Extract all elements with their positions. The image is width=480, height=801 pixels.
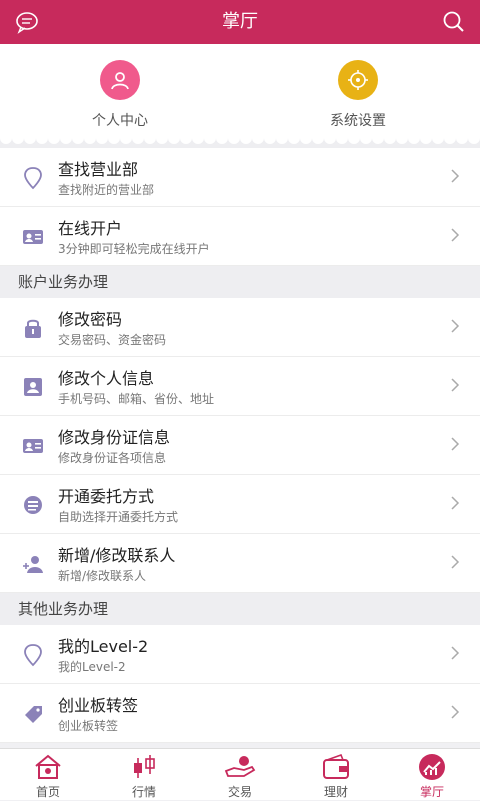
top-list: 查找营业部 查找附近的营业部 在线开户 3分钟即可轻松完成在线开户 账户业务办理… — [0, 148, 480, 743]
shortcut-personal-center[interactable]: 个人中心 — [40, 60, 200, 130]
tab-label: 交易 — [192, 783, 288, 800]
list-item-add-contact[interactable]: 新增/修改联系人 新增/修改联系人 — [0, 534, 480, 593]
scallop-divider — [0, 138, 480, 148]
add-user-icon — [21, 552, 45, 576]
tab-label: 行情 — [96, 783, 192, 800]
tab-label: 掌厅 — [384, 783, 480, 800]
coin-stack-icon — [21, 493, 45, 517]
list-item-change-personal-info[interactable]: 修改个人信息 手机号码、邮箱、省份、地址 — [0, 357, 480, 416]
settings-icon — [338, 60, 378, 100]
item-subtitle: 交易密码、资金密码 — [58, 331, 166, 348]
item-subtitle: 新增/修改联系人 — [58, 567, 146, 584]
chevron-right-icon — [450, 436, 460, 452]
item-subtitle: 查找附近的营业部 — [58, 181, 154, 198]
item-subtitle: 自助选择开通委托方式 — [58, 508, 178, 525]
chevron-right-icon — [450, 377, 460, 393]
tab-market[interactable]: 行情 — [96, 749, 192, 801]
home-icon — [31, 753, 65, 781]
chart-circle-icon — [415, 753, 449, 781]
candlestick-icon — [127, 753, 161, 781]
shortcut-label: 个人中心 — [40, 110, 200, 130]
item-subtitle: 3分钟即可轻松完成在线开户 — [58, 240, 210, 257]
id-card-icon — [21, 225, 45, 249]
item-subtitle: 修改身份证各项信息 — [58, 449, 166, 466]
user-icon — [100, 60, 140, 100]
hand-coin-icon — [223, 753, 257, 781]
shortcut-panel: 个人中心 系统设置 — [0, 44, 480, 146]
chevron-right-icon — [450, 554, 460, 570]
section-header-other: 其他业务办理 — [0, 593, 480, 625]
tab-label: 理财 — [288, 783, 384, 800]
list-item-gem-transfer[interactable]: 创业板转签 创业板转签 — [0, 684, 480, 743]
tab-hall[interactable]: 掌厅 — [384, 749, 480, 801]
item-subtitle: 我的Level-2 — [58, 658, 126, 675]
item-title: 我的Level-2 — [58, 633, 148, 657]
item-title: 修改密码 — [58, 306, 122, 330]
item-title: 修改身份证信息 — [58, 424, 170, 448]
item-subtitle: 手机号码、邮箱、省份、地址 — [58, 390, 214, 407]
list-item-open-entrust[interactable]: 开通委托方式 自助选择开通委托方式 — [0, 475, 480, 534]
section-header-account: 账户业务办理 — [0, 266, 480, 298]
contact-icon — [21, 375, 45, 399]
tab-home[interactable]: 首页 — [0, 749, 96, 801]
item-title: 查找营业部 — [58, 156, 138, 180]
tab-finance[interactable]: 理财 — [288, 749, 384, 801]
item-title: 开通委托方式 — [58, 483, 154, 507]
item-title: 在线开户 — [58, 215, 122, 239]
list-item-online-account[interactable]: 在线开户 3分钟即可轻松完成在线开户 — [0, 207, 480, 266]
top-bar: 掌厅 — [0, 0, 480, 44]
chevron-right-icon — [450, 704, 460, 720]
list-item-change-id-info[interactable]: 修改身份证信息 修改身份证各项信息 — [0, 416, 480, 475]
id-card-icon — [21, 434, 45, 458]
bottom-tab-bar: 首页 行情 交易 理财 掌厅 — [0, 748, 480, 800]
chevron-right-icon — [450, 227, 460, 243]
chevron-right-icon — [450, 495, 460, 511]
lock-icon — [21, 316, 45, 340]
tab-trade[interactable]: 交易 — [192, 749, 288, 801]
list-item-find-branch[interactable]: 查找营业部 查找附近的营业部 — [0, 148, 480, 207]
location-pin-icon — [21, 166, 45, 190]
tag-icon — [21, 702, 45, 726]
tab-label: 首页 — [0, 783, 96, 800]
list-item-level2[interactable]: 我的Level-2 我的Level-2 — [0, 625, 480, 684]
search-icon[interactable] — [442, 10, 466, 34]
chevron-right-icon — [450, 645, 460, 661]
item-title: 修改个人信息 — [58, 365, 154, 389]
shortcut-system-settings[interactable]: 系统设置 — [278, 60, 438, 130]
item-subtitle: 创业板转签 — [58, 717, 118, 734]
page-title: 掌厅 — [0, 0, 480, 44]
list-item-change-password[interactable]: 修改密码 交易密码、资金密码 — [0, 298, 480, 357]
location-pin-icon — [21, 643, 45, 667]
chevron-right-icon — [450, 318, 460, 334]
item-title: 创业板转签 — [58, 692, 138, 716]
chevron-right-icon — [450, 168, 460, 184]
item-title: 新增/修改联系人 — [58, 542, 175, 566]
shortcut-label: 系统设置 — [278, 110, 438, 130]
wallet-icon — [319, 753, 353, 781]
